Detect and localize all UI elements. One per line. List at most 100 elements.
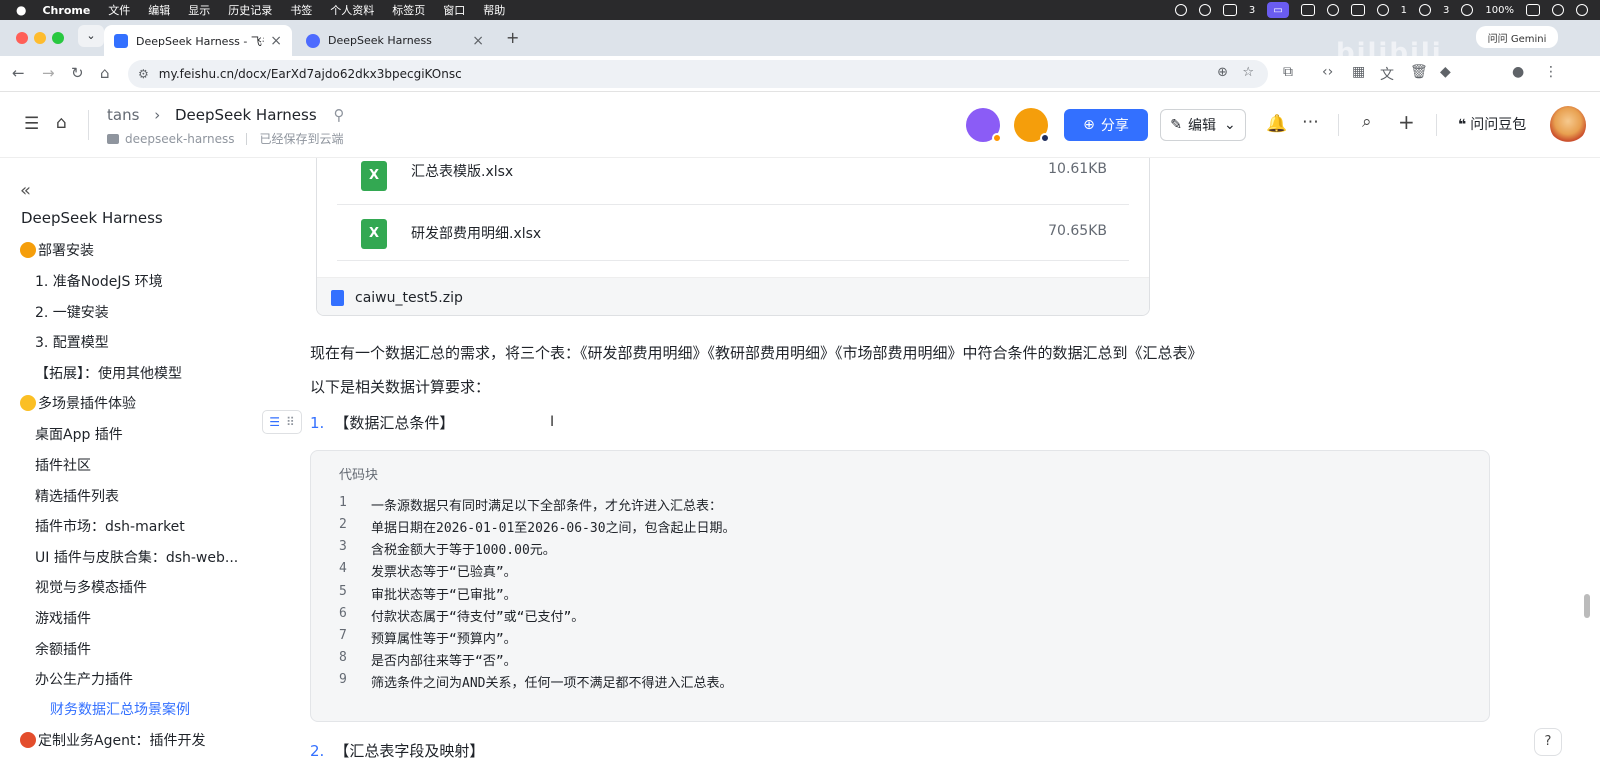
notif-count[interactable]: 1 <box>1401 5 1407 16</box>
bookmark-star-icon[interactable]: ☆ <box>1242 65 1254 80</box>
keyboard-icon[interactable] <box>1222 4 1237 16</box>
outline-item[interactable]: 2. 一键安装 <box>35 302 109 322</box>
outline-item[interactable]: 余额插件 <box>35 639 91 659</box>
extension-puzzle-icon[interactable]: ⧉ <box>1283 64 1293 80</box>
menu-bookmarks[interactable]: 书签 <box>290 2 312 18</box>
new-tab-icon[interactable]: + <box>506 28 519 47</box>
more-icon[interactable]: ⋯ <box>1302 112 1319 132</box>
menu-edit[interactable]: 编辑 <box>148 2 170 18</box>
help-icon[interactable]: ? <box>1534 728 1562 756</box>
breadcrumb-root[interactable]: tans <box>107 106 139 124</box>
outline-item[interactable]: 插件市场：dsh-market <box>35 516 185 536</box>
ordered-heading[interactable]: 1. 【数据汇总条件】 <box>310 412 454 433</box>
toggle-sidebar-icon[interactable]: ☰ <box>24 114 39 134</box>
outline-item[interactable]: 视觉与多模态插件 <box>35 577 147 597</box>
menu-app[interactable]: Chrome <box>42 4 90 17</box>
outline-item[interactable]: 精选插件列表 <box>35 486 119 506</box>
app-icon-w[interactable] <box>1300 4 1315 16</box>
outline-title[interactable]: DeepSeek Harness <box>21 209 163 227</box>
menu-view[interactable]: 显示 <box>188 2 210 18</box>
devtools-icon[interactable]: ‹› <box>1322 64 1333 80</box>
back-icon[interactable]: ← <box>12 64 25 82</box>
close-tab-icon[interactable]: × <box>472 33 484 49</box>
outline-item[interactable]: 部署安装 <box>20 240 94 260</box>
menu-history[interactable]: 历史记录 <box>228 2 272 18</box>
gemini-button[interactable]: 问问 Gemini <box>1476 26 1558 48</box>
microphone-icon[interactable] <box>1198 4 1211 16</box>
chrome-menu-icon[interactable]: ⋮ <box>1544 64 1558 80</box>
tab-inactive[interactable]: DeepSeek Harness × <box>296 25 494 56</box>
ordered-heading[interactable]: 2. 【汇总表字段及映射】 <box>310 740 484 761</box>
wechat-count[interactable]: 3 <box>1443 5 1449 16</box>
outline-item[interactable]: 游戏插件 <box>35 608 91 628</box>
tab-active[interactable]: DeepSeek Harness - 飞书云文 × <box>104 25 292 56</box>
scrollbar-thumb[interactable] <box>1584 594 1590 618</box>
smiley-icon[interactable] <box>1174 4 1187 16</box>
share-button[interactable]: ⊕ 分享 <box>1064 109 1148 141</box>
extension-icon[interactable]: ◆ <box>1440 64 1451 80</box>
file-row[interactable]: X 研发部费用明细.xlsx 70.65KB <box>337 205 1129 261</box>
divider <box>246 132 248 145</box>
file-row[interactable]: X 汇总表模版.xlsx 10.61KB <box>337 158 1129 205</box>
play-icon[interactable] <box>1461 4 1474 16</box>
avatar[interactable] <box>1014 108 1050 143</box>
outline-item[interactable]: 插件社区 <box>35 455 91 475</box>
address-bar[interactable]: ⚙ my.feishu.cn/docx/EarXd7ajdo62dkx3bpec… <box>128 60 1268 88</box>
battery-icon[interactable] <box>1526 4 1540 16</box>
wechat-icon[interactable] <box>1419 4 1432 16</box>
translate-icon[interactable]: 文 <box>1380 64 1394 84</box>
mascot-avatar[interactable] <box>1550 106 1586 144</box>
outline-item[interactable]: 【拓展】：使用其他模型 <box>35 363 182 383</box>
folder-name[interactable]: deepseek-harness <box>125 132 234 146</box>
close-window-button[interactable] <box>16 32 28 44</box>
outline-item[interactable]: 桌面App 插件 <box>35 424 123 444</box>
tab-search-icon[interactable]: ⌄ <box>78 25 104 47</box>
menu-file[interactable]: 文件 <box>108 2 130 18</box>
bell-icon[interactable]: 🔔 <box>1266 114 1287 134</box>
outline-item[interactable]: 多场景插件体验 <box>20 393 136 413</box>
outline-item[interactable]: 定制业务Agent：插件开发 <box>20 730 205 750</box>
zip-attachment[interactable]: caiwu_test5.zip <box>317 277 1149 315</box>
pin-icon[interactable]: ⚲ <box>333 106 344 124</box>
collapse-outline-icon[interactable]: « <box>20 180 31 201</box>
home-icon[interactable]: ⌂ <box>56 113 67 133</box>
close-tab-icon[interactable]: × <box>270 33 282 49</box>
outline-item[interactable]: UI 插件与皮肤合集：dsh-web... <box>35 547 238 567</box>
forward-icon[interactable]: → <box>42 64 55 82</box>
outline-item[interactable]: 3. 配置模型 <box>35 332 109 352</box>
chatgpt-icon[interactable] <box>1376 4 1389 16</box>
menu-window[interactable]: 窗口 <box>443 2 465 18</box>
search-icon[interactable]: ⌕ <box>1362 112 1372 132</box>
home-icon[interactable]: ⌂ <box>100 64 110 82</box>
avatar[interactable] <box>966 108 1002 143</box>
trash-icon[interactable]: 🗑 <box>1410 64 1428 80</box>
extension-table-icon[interactable]: ▦ <box>1352 64 1365 80</box>
minimize-window-button[interactable] <box>34 32 46 44</box>
zoom-icon[interactable]: ⊕ <box>1217 65 1228 80</box>
app-icon-bird[interactable] <box>1326 4 1339 16</box>
site-info-icon[interactable]: ⚙ <box>138 67 149 81</box>
screen-share-icon[interactable]: ▭ <box>1267 2 1289 18</box>
add-icon[interactable]: + <box>1398 110 1415 134</box>
wifi-icon[interactable] <box>1552 4 1564 16</box>
code-block[interactable]: 代码块 1 一条源数据只有同时满足以下全部条件，才允许进入汇总表： 2 单据日期在2… <box>310 450 1490 722</box>
outline-item-active[interactable]: 财务数据汇总场景案例 <box>50 699 190 719</box>
outline-item[interactable]: 1. 准备NodeJS 环境 <box>35 271 163 291</box>
ask-doubao-button[interactable]: ❝ 问问豆包 <box>1458 114 1526 134</box>
profile-icon[interactable]: ● <box>1512 64 1524 80</box>
app-icon-calendar[interactable] <box>1350 4 1365 16</box>
doc-title[interactable]: DeepSeek Harness <box>175 106 317 124</box>
menu-tabs[interactable]: 标签页 <box>392 2 425 18</box>
paragraph[interactable]: 现在有一个数据汇总的需求，将三个表：《研发部费用明细》《教研部费用明细》《市场部… <box>310 342 1203 363</box>
search-icon[interactable] <box>1576 4 1588 16</box>
reload-icon[interactable]: ↻ <box>71 64 84 82</box>
maximize-window-button[interactable] <box>52 32 64 44</box>
edit-mode-button[interactable]: ✎ 编辑 ⌄ <box>1160 109 1246 141</box>
outline-item[interactable]: 办公生产力插件 <box>35 669 133 689</box>
apple-icon[interactable]: ● <box>16 3 26 17</box>
people-count[interactable]: 3 <box>1249 5 1255 16</box>
menu-help[interactable]: 帮助 <box>483 2 505 18</box>
paragraph[interactable]: 以下是相关数据计算要求： <box>310 376 490 397</box>
menu-profiles[interactable]: 个人资料 <box>330 2 374 18</box>
block-handle[interactable]: ☰ ⠿ <box>262 410 302 434</box>
